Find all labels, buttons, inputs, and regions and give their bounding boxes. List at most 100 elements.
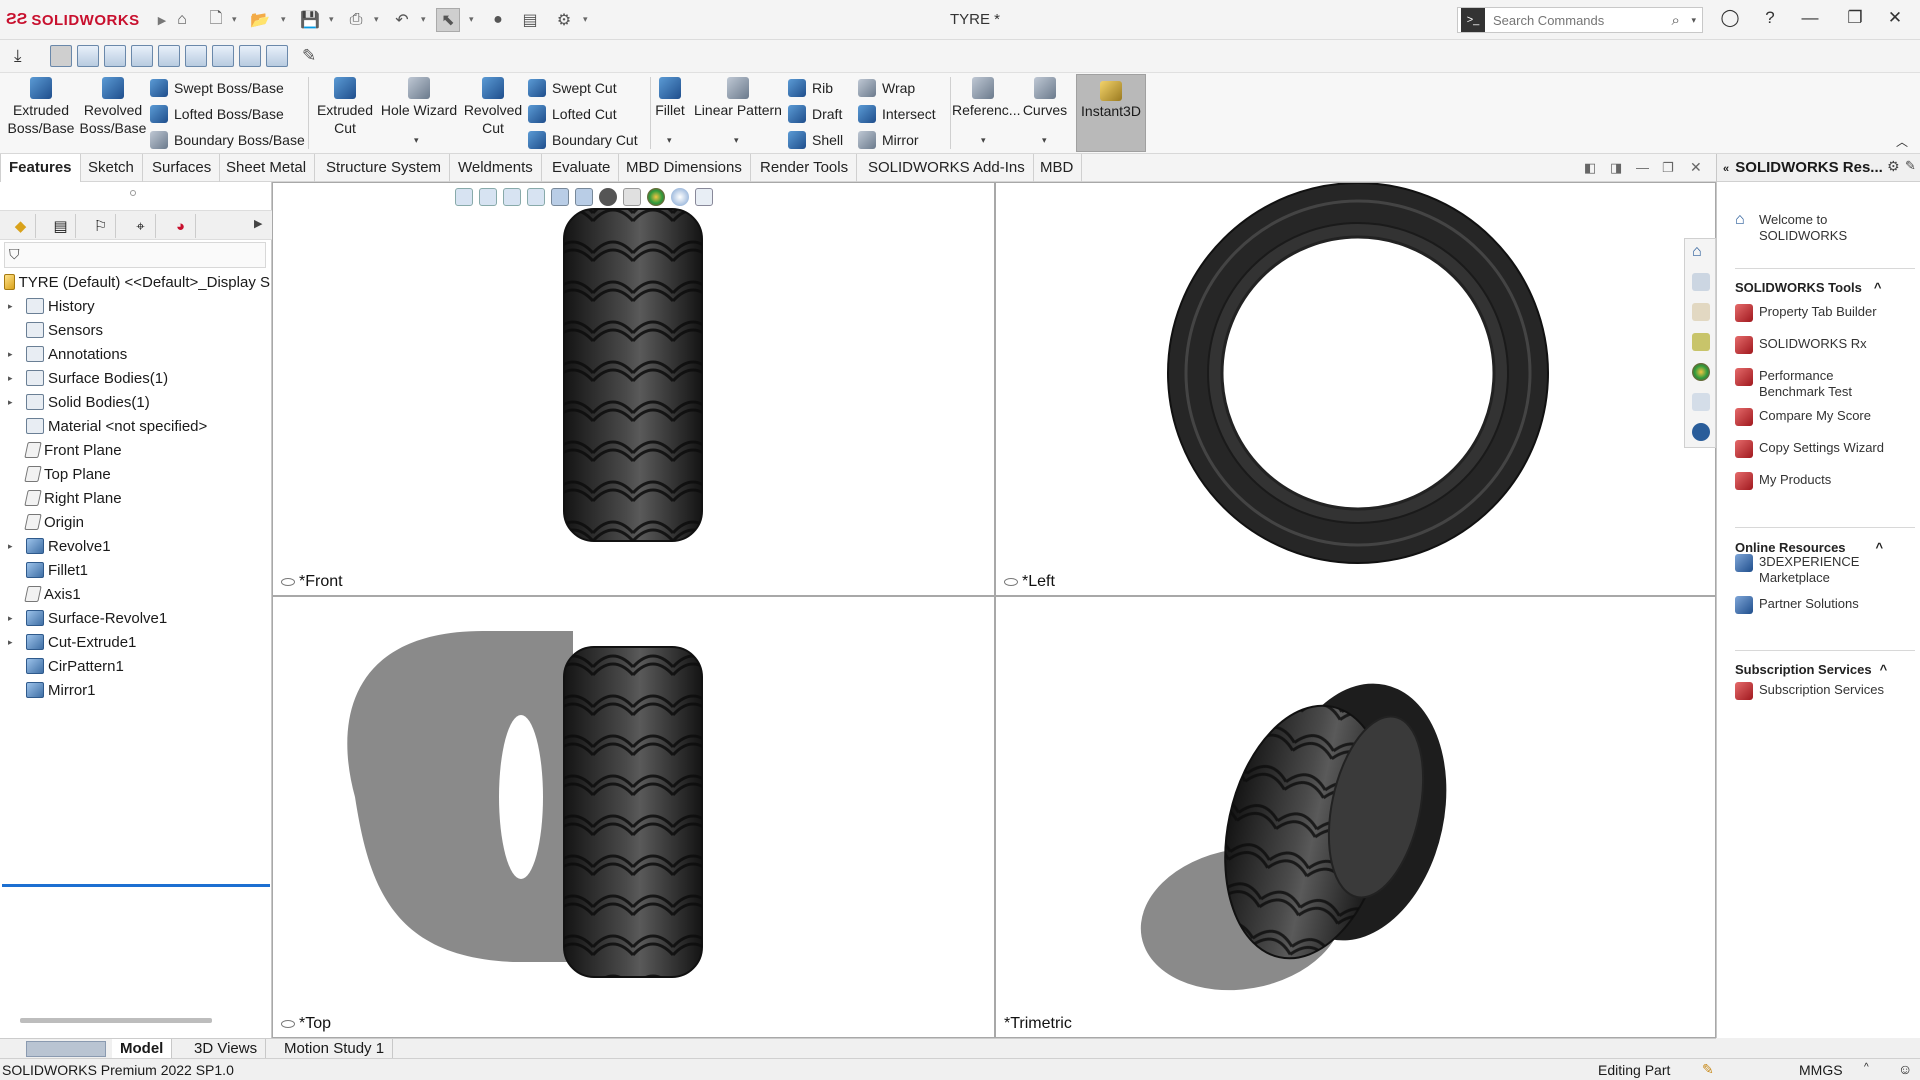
tree-item[interactable]: Material <not specified> (0, 414, 270, 438)
property-manager-tab-icon[interactable]: ▤ (46, 214, 76, 238)
tab-motion-study[interactable]: Motion Study 1 (276, 1039, 394, 1059)
tree-item[interactable]: Right Plane (0, 486, 270, 510)
solidworks-forum-icon[interactable] (1692, 423, 1710, 441)
swept-cut-button[interactable]: Swept Cut (528, 77, 617, 99)
instant3d-button[interactable]: Instant3D (1076, 74, 1146, 152)
online-section-header[interactable]: Online Resources ^ (1735, 540, 1883, 555)
search-input[interactable] (1485, 12, 1672, 28)
lofted-boss-button[interactable]: Lofted Boss/Base (150, 103, 284, 125)
tree-item[interactable]: Top Plane (0, 462, 270, 486)
tree-item[interactable]: ▸ Revolve1 (0, 534, 270, 558)
save-dropdown-icon[interactable]: ▾ (329, 14, 339, 24)
curves-button[interactable]: Curves (1020, 77, 1070, 119)
viewport-tile-left-icon[interactable]: ◧ (1584, 160, 1596, 176)
print-dropdown-icon[interactable]: ▾ (374, 14, 384, 24)
swept-boss-button[interactable]: Swept Boss/Base (150, 77, 284, 99)
trimetric-view-icon[interactable] (239, 45, 261, 67)
tab-mbd[interactable]: MBD (1032, 154, 1083, 182)
viewport-close-icon[interactable]: ✕ (1690, 159, 1702, 176)
display-manager-tab-icon[interactable]: ◕ (166, 214, 196, 238)
rebuild-icon[interactable]: ● (486, 8, 510, 32)
tab-evaluate[interactable]: Evaluate (544, 154, 620, 182)
front-view-icon[interactable] (50, 45, 72, 67)
normal-to-icon[interactable]: ⤓ (14, 46, 22, 66)
online-collapse-icon[interactable]: ^ (1876, 540, 1884, 555)
tools-section-header[interactable]: SOLIDWORKS Tools ^ (1735, 280, 1881, 295)
minimize-icon[interactable]: — (1795, 8, 1825, 32)
feature-tree-tab-icon[interactable]: ◆ (6, 214, 36, 238)
linear-pattern-button[interactable]: Linear Pattern (692, 77, 784, 119)
bottom-view-icon[interactable] (185, 45, 207, 67)
rebuild-status-icon[interactable]: ✎ (1702, 1061, 1714, 1078)
tree-root[interactable]: TYRE (Default) <<Default>_Display S (0, 270, 270, 294)
tab-scroll-arrows[interactable] (26, 1041, 106, 1057)
expand-arrow-icon[interactable]: ▸ (8, 637, 20, 648)
resources-home-icon[interactable]: ⌂ (1692, 243, 1710, 261)
hole-wizard-dropdown-icon[interactable]: ▾ (414, 135, 419, 146)
file-properties-icon[interactable]: ▤ (518, 8, 542, 32)
extruded-boss-button[interactable]: Extruded Boss/Base (6, 77, 76, 137)
expand-arrow-icon[interactable]: ▸ (8, 541, 20, 552)
tab-weldments[interactable]: Weldments (450, 154, 542, 182)
mirror-button[interactable]: Mirror (858, 129, 919, 151)
boundary-cut-button[interactable]: Boundary Cut (528, 129, 638, 151)
file-explorer-icon[interactable] (1692, 303, 1710, 321)
view-palette-icon[interactable] (1692, 333, 1710, 351)
tree-filter[interactable]: ⛉ (4, 242, 266, 268)
design-library-icon[interactable] (1692, 273, 1710, 291)
tools-item[interactable]: My Products (1735, 472, 1915, 490)
open-dropdown-icon[interactable]: ▾ (281, 14, 291, 24)
appearances-icon[interactable] (1692, 363, 1710, 381)
tab-structure-system[interactable]: Structure System (318, 154, 451, 182)
back-view-icon[interactable] (77, 45, 99, 67)
online-item[interactable]: 3DEXPERIENCE Marketplace (1735, 554, 1915, 586)
welcome-item[interactable]: ⌂ Welcome to SOLIDWORKS (1735, 212, 1915, 244)
extruded-cut-button[interactable]: Extruded Cut (314, 77, 376, 137)
task-pane-settings-icon[interactable]: ⚙ (1887, 158, 1900, 175)
tab-mbd-dimensions[interactable]: MBD Dimensions (618, 154, 751, 182)
horizontal-scrollbar[interactable] (20, 1018, 212, 1023)
open-folder-icon[interactable]: 📂 (248, 8, 272, 32)
tools-item[interactable]: Copy Settings Wizard (1735, 440, 1915, 458)
tab-features[interactable]: Features (0, 154, 81, 182)
unit-system-text[interactable]: MMGS (1799, 1062, 1843, 1078)
left-view-icon[interactable] (104, 45, 126, 67)
help-icon[interactable]: ? (1755, 8, 1785, 32)
boundary-boss-button[interactable]: Boundary Boss/Base (150, 129, 305, 151)
tab-model[interactable]: Model (112, 1039, 173, 1059)
tools-item[interactable]: SOLIDWORKS Rx (1735, 336, 1915, 354)
select-dropdown-icon[interactable]: ▾ (469, 14, 479, 24)
select-cursor-icon[interactable]: ⬉ (436, 8, 460, 32)
save-icon[interactable]: 💾 (298, 8, 322, 32)
tree-item[interactable]: Mirror1 (0, 678, 270, 702)
fillet-button[interactable]: Fillet (652, 77, 688, 119)
viewport-top[interactable]: *Top (272, 596, 995, 1038)
top-view-icon[interactable] (158, 45, 180, 67)
options-dropdown-icon[interactable]: ▾ (583, 14, 593, 24)
viewport-left[interactable]: *Left (995, 182, 1716, 596)
shell-button[interactable]: Shell (788, 129, 843, 151)
lofted-cut-button[interactable]: Lofted Cut (528, 103, 617, 125)
expand-arrow-icon[interactable]: ▸ (8, 301, 20, 312)
viewport-restore-icon[interactable]: ❐ (1662, 160, 1674, 176)
reference-dropdown-icon[interactable]: ▾ (981, 135, 986, 146)
custom-properties-icon[interactable] (1692, 393, 1710, 411)
rollback-bar[interactable] (2, 884, 270, 887)
tree-item[interactable]: Fillet1 (0, 558, 270, 582)
linear-pattern-dropdown-icon[interactable]: ▾ (734, 135, 739, 146)
tree-item[interactable]: Axis1 (0, 582, 270, 606)
undo-icon[interactable]: ↶ (390, 8, 414, 32)
online-item[interactable]: Partner Solutions (1735, 596, 1915, 614)
tree-item[interactable]: Origin (0, 510, 270, 534)
collapse-pane-icon[interactable]: « (1723, 163, 1729, 175)
tools-collapse-icon[interactable]: ^ (1874, 280, 1882, 295)
intersect-button[interactable]: Intersect (858, 103, 936, 125)
expand-arrow-icon[interactable]: ▸ (8, 397, 20, 408)
account-icon[interactable]: ◯ (1715, 8, 1745, 32)
collapse-ribbon-icon[interactable]: ︿ (1896, 133, 1908, 150)
revolved-boss-button[interactable]: Revolved Boss/Base (78, 77, 148, 137)
draft-button[interactable]: Draft (788, 103, 842, 125)
undo-dropdown-icon[interactable]: ▾ (421, 14, 431, 24)
tab-render-tools[interactable]: Render Tools (752, 154, 858, 182)
menu-expand-icon[interactable]: ▶ (158, 14, 166, 27)
